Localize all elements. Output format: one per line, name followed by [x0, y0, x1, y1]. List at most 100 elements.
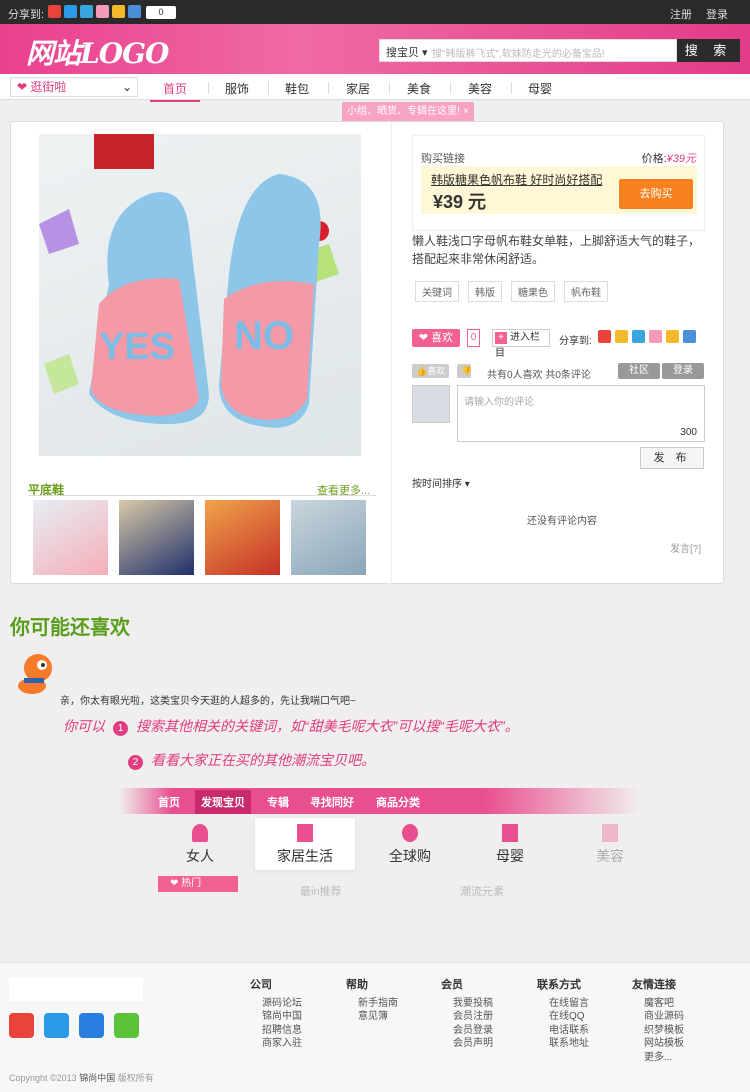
footer-link[interactable]: 会员登录	[453, 1024, 493, 1038]
footer-link[interactable]: 网站模板	[644, 1037, 684, 1051]
footer-link[interactable]: 会员注册	[453, 1010, 493, 1024]
footer-link[interactable]: 联系地址	[549, 1037, 589, 1051]
social-icons	[9, 1013, 139, 1038]
add-column-button[interactable]: + 进入栏目	[492, 329, 550, 359]
qq-icon[interactable]	[632, 330, 645, 343]
thumbnail-4[interactable]	[291, 500, 366, 575]
weibo-icon[interactable]	[48, 5, 61, 18]
product-image: YES NO	[39, 134, 361, 456]
footer-link[interactable]: 魔客吧	[644, 997, 684, 1011]
footer-link[interactable]: 我要投稿	[453, 997, 493, 1011]
nav-item-home-living[interactable]: 家居	[333, 80, 383, 97]
mock-category: 美容	[560, 824, 660, 866]
close-icon[interactable]: ×	[463, 102, 469, 122]
mascot-icon	[14, 650, 58, 696]
footer-column-help: 帮助 新手指南 意见簿	[346, 979, 398, 1024]
qq-icon[interactable]	[80, 5, 93, 18]
nav-item-clothes[interactable]: 服饰	[212, 80, 262, 97]
nav-item-beauty[interactable]: 美容	[455, 80, 505, 97]
footer-link[interactable]: 在线QQ	[549, 1010, 589, 1024]
qzone-icon[interactable]	[615, 330, 628, 343]
footer-column-company: 公司 源码论坛 锦尚中国 招聘信息 商家入驻	[250, 979, 302, 1051]
comment-field[interactable]: 请输入你的评论 300	[457, 385, 705, 442]
mock-tab: 商品分类	[376, 797, 420, 809]
footer-link[interactable]: 意见簿	[358, 1010, 398, 1024]
renren-icon[interactable]	[79, 1013, 104, 1038]
thumbnail-3[interactable]	[205, 500, 280, 575]
search-input[interactable]: 搜"韩版裤飞式",软妹防走光的必备宝品!	[432, 45, 605, 60]
hot-label: ❤ 热门	[158, 876, 238, 892]
footer-link[interactable]: 电话联系	[549, 1024, 589, 1038]
publish-button[interactable]: 发 布	[640, 447, 704, 469]
header: 网站LOGO 搜宝贝 ▾ 搜"韩版裤飞式",软妹防走光的必备宝品! 搜 索	[0, 24, 750, 74]
tag-list: 关键词 韩版 糖果色 帆布鞋	[415, 281, 608, 302]
share-icons-2	[598, 330, 696, 343]
tag[interactable]: 韩版	[468, 281, 502, 302]
footer-link[interactable]: 在线留言	[549, 997, 589, 1011]
buy-button[interactable]: 去购买	[619, 179, 693, 209]
mock-category: 全球购	[360, 824, 460, 866]
nav-item-bags[interactable]: 鞋包	[272, 80, 322, 97]
product-description: 懒人鞋浅口字母帆布鞋女单鞋，上脚舒适大气的鞋子，搭配起来非常休闲舒适。	[412, 234, 701, 266]
footer-link[interactable]: 织梦模板	[644, 1024, 684, 1038]
mock-tab: 专辑	[267, 797, 289, 809]
like-count: 0	[467, 329, 480, 347]
kaixin-icon[interactable]	[666, 330, 679, 343]
footer-link[interactable]: 招聘信息	[262, 1024, 302, 1038]
nav-dropdown[interactable]: ❤ 逛街啦 ⌄	[10, 77, 138, 97]
hint-1: 你可以 1 搜索其他相关的关键词，如“甜美毛呢大衣”可以搜“毛呢大衣”。	[63, 718, 519, 736]
renren-icon[interactable]	[96, 5, 109, 18]
footer-link[interactable]: 商业源码	[644, 1010, 684, 1024]
copyright: Copyright ©2013 锦尚中国 版权所有	[9, 1073, 154, 1083]
footer-link[interactable]: 源码论坛	[262, 997, 302, 1011]
kaixin-icon[interactable]	[112, 5, 125, 18]
dislike-icon[interactable]: 👎	[457, 364, 472, 378]
footer-link[interactable]: 更多...	[644, 1051, 684, 1065]
buy-link-label: 购买链接	[421, 153, 465, 165]
login-link[interactable]: 登录	[706, 6, 728, 22]
nav-item-home[interactable]: 首页	[150, 80, 200, 102]
weibo-icon[interactable]	[9, 1013, 34, 1038]
search-button[interactable]: 搜 索	[677, 39, 740, 62]
qzone-icon[interactable]	[64, 5, 77, 18]
wechat-icon[interactable]	[114, 1013, 139, 1038]
mock-category: 女人	[150, 824, 250, 866]
footer-link[interactable]: 商家入驻	[262, 1037, 302, 1051]
qzone-icon[interactable]	[44, 1013, 69, 1038]
hint-2: 2 看看大家正在买的其他潮流宝贝吧。	[120, 750, 375, 770]
mock-category: 家居生活	[255, 818, 355, 870]
tag[interactable]: 糖果色	[511, 281, 555, 302]
search-select[interactable]: 搜宝贝 ▾	[386, 44, 428, 60]
register-link[interactable]: 注册	[670, 6, 692, 22]
search-box[interactable]: 搜宝贝 ▾ 搜"韩版裤飞式",软妹防走光的必备宝品!	[379, 39, 677, 62]
community-button[interactable]: 社区	[618, 363, 660, 379]
plus-icon: +	[495, 332, 507, 344]
douban-icon[interactable]	[683, 330, 696, 343]
footer-link[interactable]: 锦尚中国	[262, 1010, 302, 1024]
product-card: YES NO 平底鞋 查看更多... 购买链接 价格:¥39元 韩版糖果色帆布鞋…	[10, 121, 724, 584]
tag[interactable]: 关键词	[415, 281, 459, 302]
mock-tab: 寻找同好	[310, 797, 354, 809]
thumbnail-2[interactable]	[119, 500, 194, 575]
site-logo[interactable]: 网站LOGO	[26, 32, 169, 72]
footer: 公司 源码论坛 锦尚中国 招聘信息 商家入驻 帮助 新手指南 意见簿 会员 我要…	[0, 962, 750, 1092]
thumbnail-1[interactable]	[33, 500, 108, 575]
mock-category: 母婴	[460, 824, 560, 866]
tag[interactable]: 帆布鞋	[564, 281, 608, 302]
renren-icon[interactable]	[649, 330, 662, 343]
product-name-link[interactable]: 韩版糖果色帆布鞋 好时尚好搭配	[431, 171, 602, 188]
price-summary: 价格:¥39元	[641, 153, 696, 165]
sort-dropdown[interactable]: 按时间排序 ▾	[412, 475, 470, 490]
douban-icon[interactable]	[128, 5, 141, 18]
footer-link[interactable]: 新手指南	[358, 997, 398, 1011]
help-link[interactable]: 发言[?]	[670, 540, 701, 555]
footer-link[interactable]: 会员声明	[453, 1037, 493, 1051]
login-button[interactable]: 登录	[662, 363, 704, 379]
like-button[interactable]: ❤ 喜欢	[412, 329, 460, 347]
svg-text:NO: NO	[234, 314, 294, 358]
mini-like-button[interactable]: 👍喜欢	[412, 364, 450, 378]
nav-item-food[interactable]: 美食	[394, 80, 444, 97]
svg-text:YES: YES	[99, 326, 175, 368]
weibo-icon[interactable]	[598, 330, 611, 343]
nav-item-baby[interactable]: 母婴	[515, 80, 565, 97]
